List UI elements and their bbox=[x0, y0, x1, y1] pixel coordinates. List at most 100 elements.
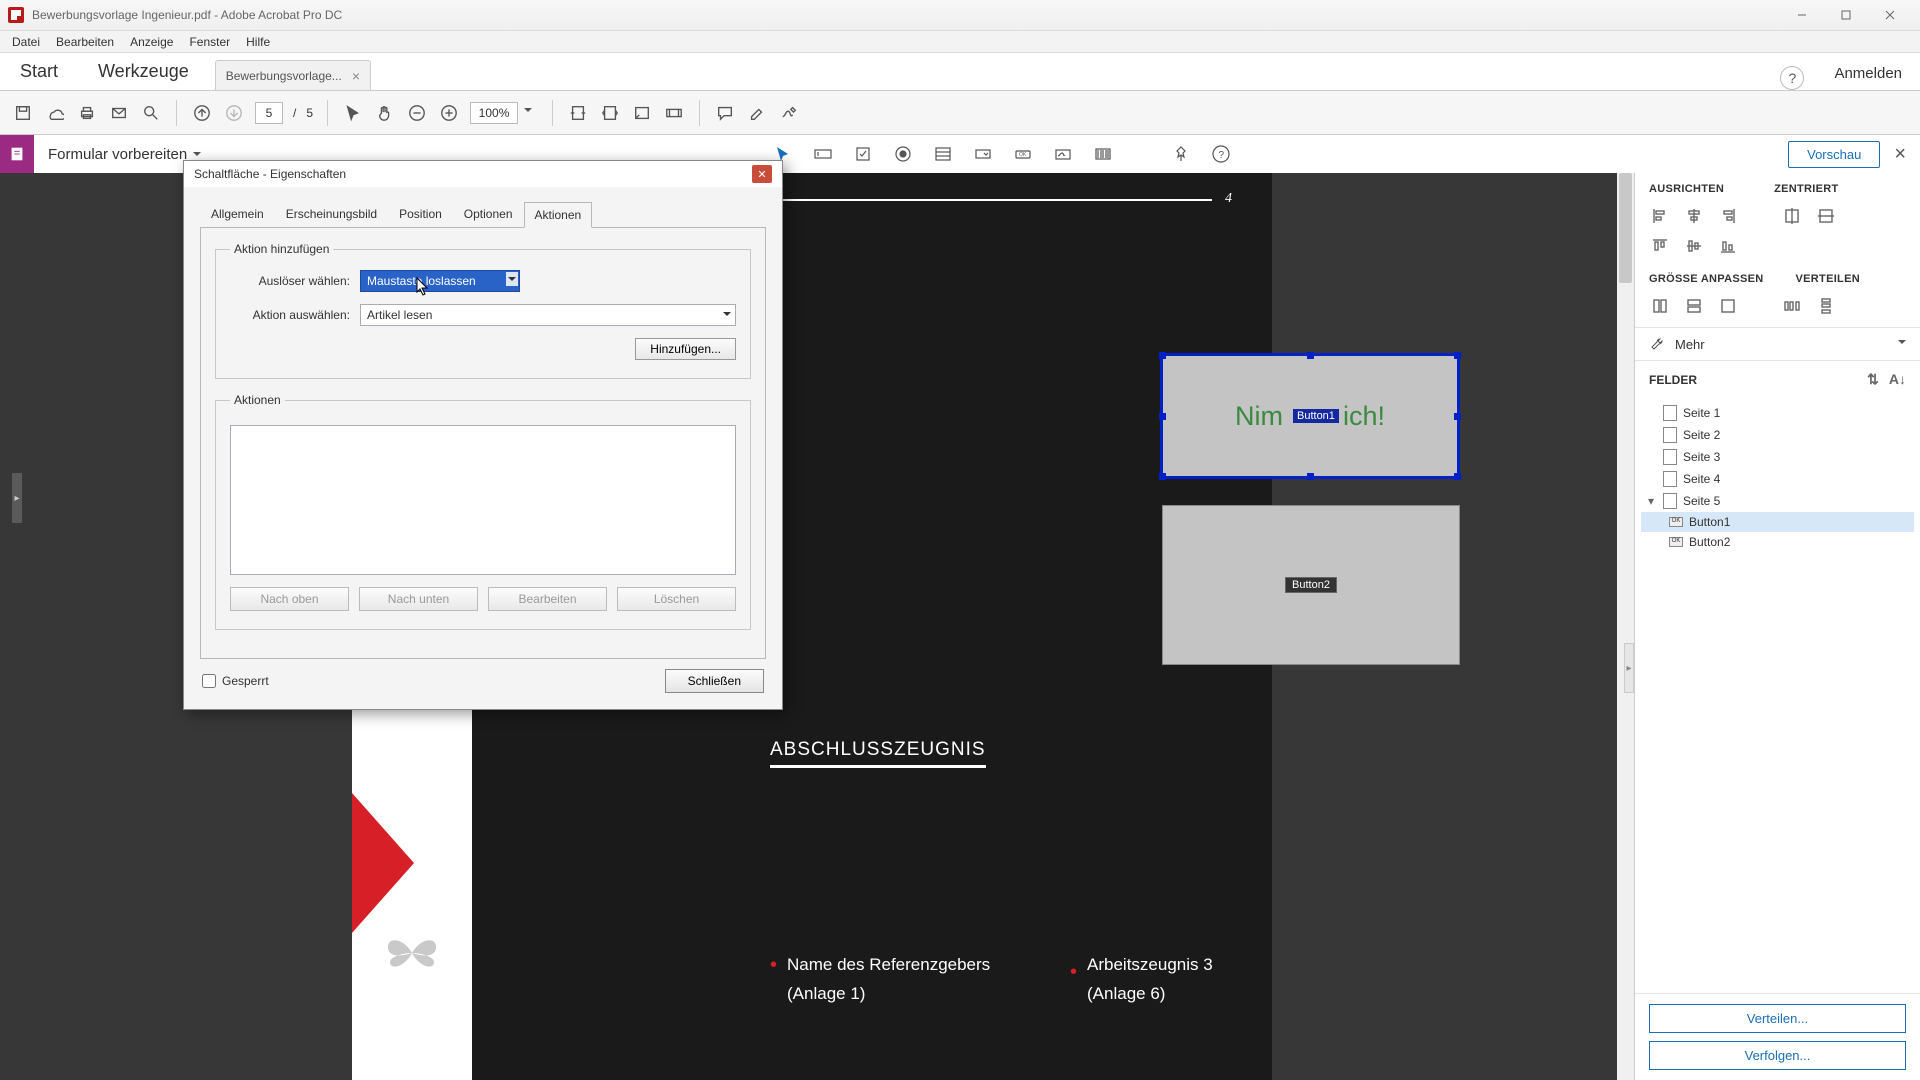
menu-bearbeiten[interactable]: Bearbeiten bbox=[48, 32, 122, 52]
listbox-tool-icon[interactable] bbox=[932, 143, 954, 165]
window-minimize-button[interactable] bbox=[1780, 0, 1824, 31]
distribute-button[interactable]: Verteilen... bbox=[1649, 1004, 1906, 1033]
window-maximize-button[interactable] bbox=[1824, 0, 1868, 31]
button-tool-icon[interactable]: OK bbox=[1012, 143, 1034, 165]
tab-optionen[interactable]: Optionen bbox=[453, 201, 524, 227]
pin-tool-icon[interactable] bbox=[1170, 143, 1192, 165]
document-tab[interactable]: Bewerbungsvorlage... × bbox=[215, 60, 371, 90]
sort-order-icon[interactable]: ⇅ bbox=[1867, 371, 1879, 388]
mail-icon[interactable] bbox=[108, 102, 130, 124]
help-button[interactable]: ? bbox=[1780, 66, 1804, 90]
document-tab-close-icon[interactable]: × bbox=[352, 68, 360, 84]
left-panel-expander[interactable]: ▸ bbox=[12, 473, 22, 523]
window-close-button[interactable] bbox=[1868, 0, 1912, 31]
reflow-icon[interactable] bbox=[631, 102, 653, 124]
zoom-dropdown[interactable]: 100% bbox=[470, 102, 518, 124]
tree-field-button1[interactable]: OKButton1 bbox=[1641, 512, 1914, 532]
barcode-tool-icon[interactable] bbox=[1092, 143, 1114, 165]
zoom-in-icon[interactable] bbox=[438, 102, 460, 124]
sort-az-icon[interactable]: A↓ bbox=[1889, 371, 1906, 388]
help-tool-icon[interactable]: ? bbox=[1210, 143, 1232, 165]
trigger-combobox[interactable]: Maustaste loslassen bbox=[360, 270, 520, 292]
tab-position[interactable]: Position bbox=[388, 201, 453, 227]
highlight-icon[interactable] bbox=[746, 102, 768, 124]
center-v-icon[interactable] bbox=[1815, 205, 1837, 227]
form-field-button2[interactable]: Button2 bbox=[1162, 505, 1460, 665]
align-bottom-icon[interactable] bbox=[1717, 235, 1739, 257]
radio-tool-icon[interactable] bbox=[892, 143, 914, 165]
track-button[interactable]: Verfolgen... bbox=[1649, 1041, 1906, 1070]
signature-tool-icon[interactable] bbox=[1052, 143, 1074, 165]
search-icon[interactable] bbox=[140, 102, 162, 124]
tab-erscheinungsbild[interactable]: Erscheinungsbild bbox=[275, 201, 388, 227]
zoom-out-icon[interactable] bbox=[406, 102, 428, 124]
close-mode-icon[interactable]: × bbox=[1894, 143, 1906, 166]
tree-page-3[interactable]: Seite 3 bbox=[1641, 446, 1914, 468]
distribute-h-icon[interactable] bbox=[1781, 295, 1803, 317]
preview-button[interactable]: Vorschau bbox=[1788, 141, 1880, 168]
tree-page-2[interactable]: Seite 2 bbox=[1641, 424, 1914, 446]
menu-datei[interactable]: Datei bbox=[4, 32, 48, 52]
fit-page-icon[interactable] bbox=[599, 102, 621, 124]
menu-anzeige[interactable]: Anzeige bbox=[122, 32, 181, 52]
page-down-icon[interactable] bbox=[223, 102, 245, 124]
read-mode-icon[interactable] bbox=[663, 102, 685, 124]
tab-werkzeuge[interactable]: Werkzeuge bbox=[78, 53, 209, 90]
right-panel-collapser[interactable]: ▸ bbox=[1624, 643, 1634, 693]
tab-allgemein[interactable]: Allgemein bbox=[200, 201, 275, 227]
print-icon[interactable] bbox=[76, 102, 98, 124]
add-action-button[interactable]: Hinzufügen... bbox=[635, 338, 736, 360]
text-field-tool-icon[interactable] bbox=[812, 143, 834, 165]
edit-action-button[interactable]: Bearbeiten bbox=[488, 587, 607, 611]
match-width-icon[interactable] bbox=[1649, 295, 1671, 317]
align-top-icon[interactable] bbox=[1649, 235, 1671, 257]
match-height-icon[interactable] bbox=[1683, 295, 1705, 317]
dialog-close-button[interactable]: Schließen bbox=[665, 669, 764, 693]
move-up-button[interactable]: Nach oben bbox=[230, 587, 349, 611]
center-h-icon[interactable] bbox=[1781, 205, 1803, 227]
select-tool-icon[interactable] bbox=[342, 102, 364, 124]
tree-page-1[interactable]: Seite 1 bbox=[1641, 402, 1914, 424]
distribute-v-icon[interactable] bbox=[1815, 295, 1837, 317]
tree-page-4[interactable]: Seite 4 bbox=[1641, 468, 1914, 490]
login-button[interactable]: Anmelden bbox=[1816, 57, 1920, 90]
fit-width-icon[interactable] bbox=[567, 102, 589, 124]
button2-field-label: Button2 bbox=[1285, 577, 1337, 593]
form-field-button1[interactable]: Nimich! Button1 bbox=[1160, 353, 1460, 479]
page-up-icon[interactable] bbox=[191, 102, 213, 124]
more-dropdown[interactable]: Mehr bbox=[1635, 327, 1920, 361]
actions-listbox[interactable] bbox=[230, 425, 736, 575]
tree-page-5[interactable]: ▾Seite 5 bbox=[1641, 490, 1914, 512]
action-combobox[interactable]: Artikel lesen bbox=[360, 304, 736, 326]
menu-hilfe[interactable]: Hilfe bbox=[238, 32, 278, 52]
dialog-titlebar[interactable]: Schaltfläche - Eigenschaften ✕ bbox=[184, 161, 782, 187]
svg-text:OK: OK bbox=[1019, 152, 1027, 158]
button-properties-dialog: Schaltfläche - Eigenschaften ✕ Allgemein… bbox=[183, 160, 783, 710]
checkbox-tool-icon[interactable] bbox=[852, 143, 874, 165]
reference-list-2: •Arbeitszeugnis 3(Anlage 6) bbox=[1070, 951, 1213, 1009]
dialog-close-icon[interactable]: ✕ bbox=[752, 165, 772, 183]
save-icon[interactable] bbox=[12, 102, 34, 124]
dialog-tab-panel: Aktion hinzufügen Auslöser wählen: Maust… bbox=[200, 227, 766, 659]
move-down-button[interactable]: Nach unten bbox=[359, 587, 478, 611]
align-center-h-icon[interactable] bbox=[1683, 205, 1705, 227]
vertical-scrollbar[interactable] bbox=[1617, 173, 1634, 1080]
cloud-icon[interactable] bbox=[44, 102, 66, 124]
locked-checkbox[interactable]: Gesperrt bbox=[202, 674, 269, 688]
menu-fenster[interactable]: Fenster bbox=[181, 32, 238, 52]
tab-aktionen[interactable]: Aktionen bbox=[524, 202, 593, 228]
align-left-icon[interactable] bbox=[1649, 205, 1671, 227]
delete-action-button[interactable]: Löschen bbox=[617, 587, 736, 611]
tab-start[interactable]: Start bbox=[0, 53, 78, 90]
align-section-label: AUSRICHTEN bbox=[1649, 183, 1724, 195]
sign-icon[interactable] bbox=[778, 102, 800, 124]
match-both-icon[interactable] bbox=[1717, 295, 1739, 317]
comment-icon[interactable] bbox=[714, 102, 736, 124]
scrollbar-thumb[interactable] bbox=[1619, 173, 1632, 283]
hand-tool-icon[interactable] bbox=[374, 102, 396, 124]
align-right-icon[interactable] bbox=[1717, 205, 1739, 227]
align-middle-icon[interactable] bbox=[1683, 235, 1705, 257]
page-number-input[interactable]: 5 bbox=[255, 102, 283, 124]
dropdown-tool-icon[interactable] bbox=[972, 143, 994, 165]
tree-field-button2[interactable]: OKButton2 bbox=[1641, 532, 1914, 552]
